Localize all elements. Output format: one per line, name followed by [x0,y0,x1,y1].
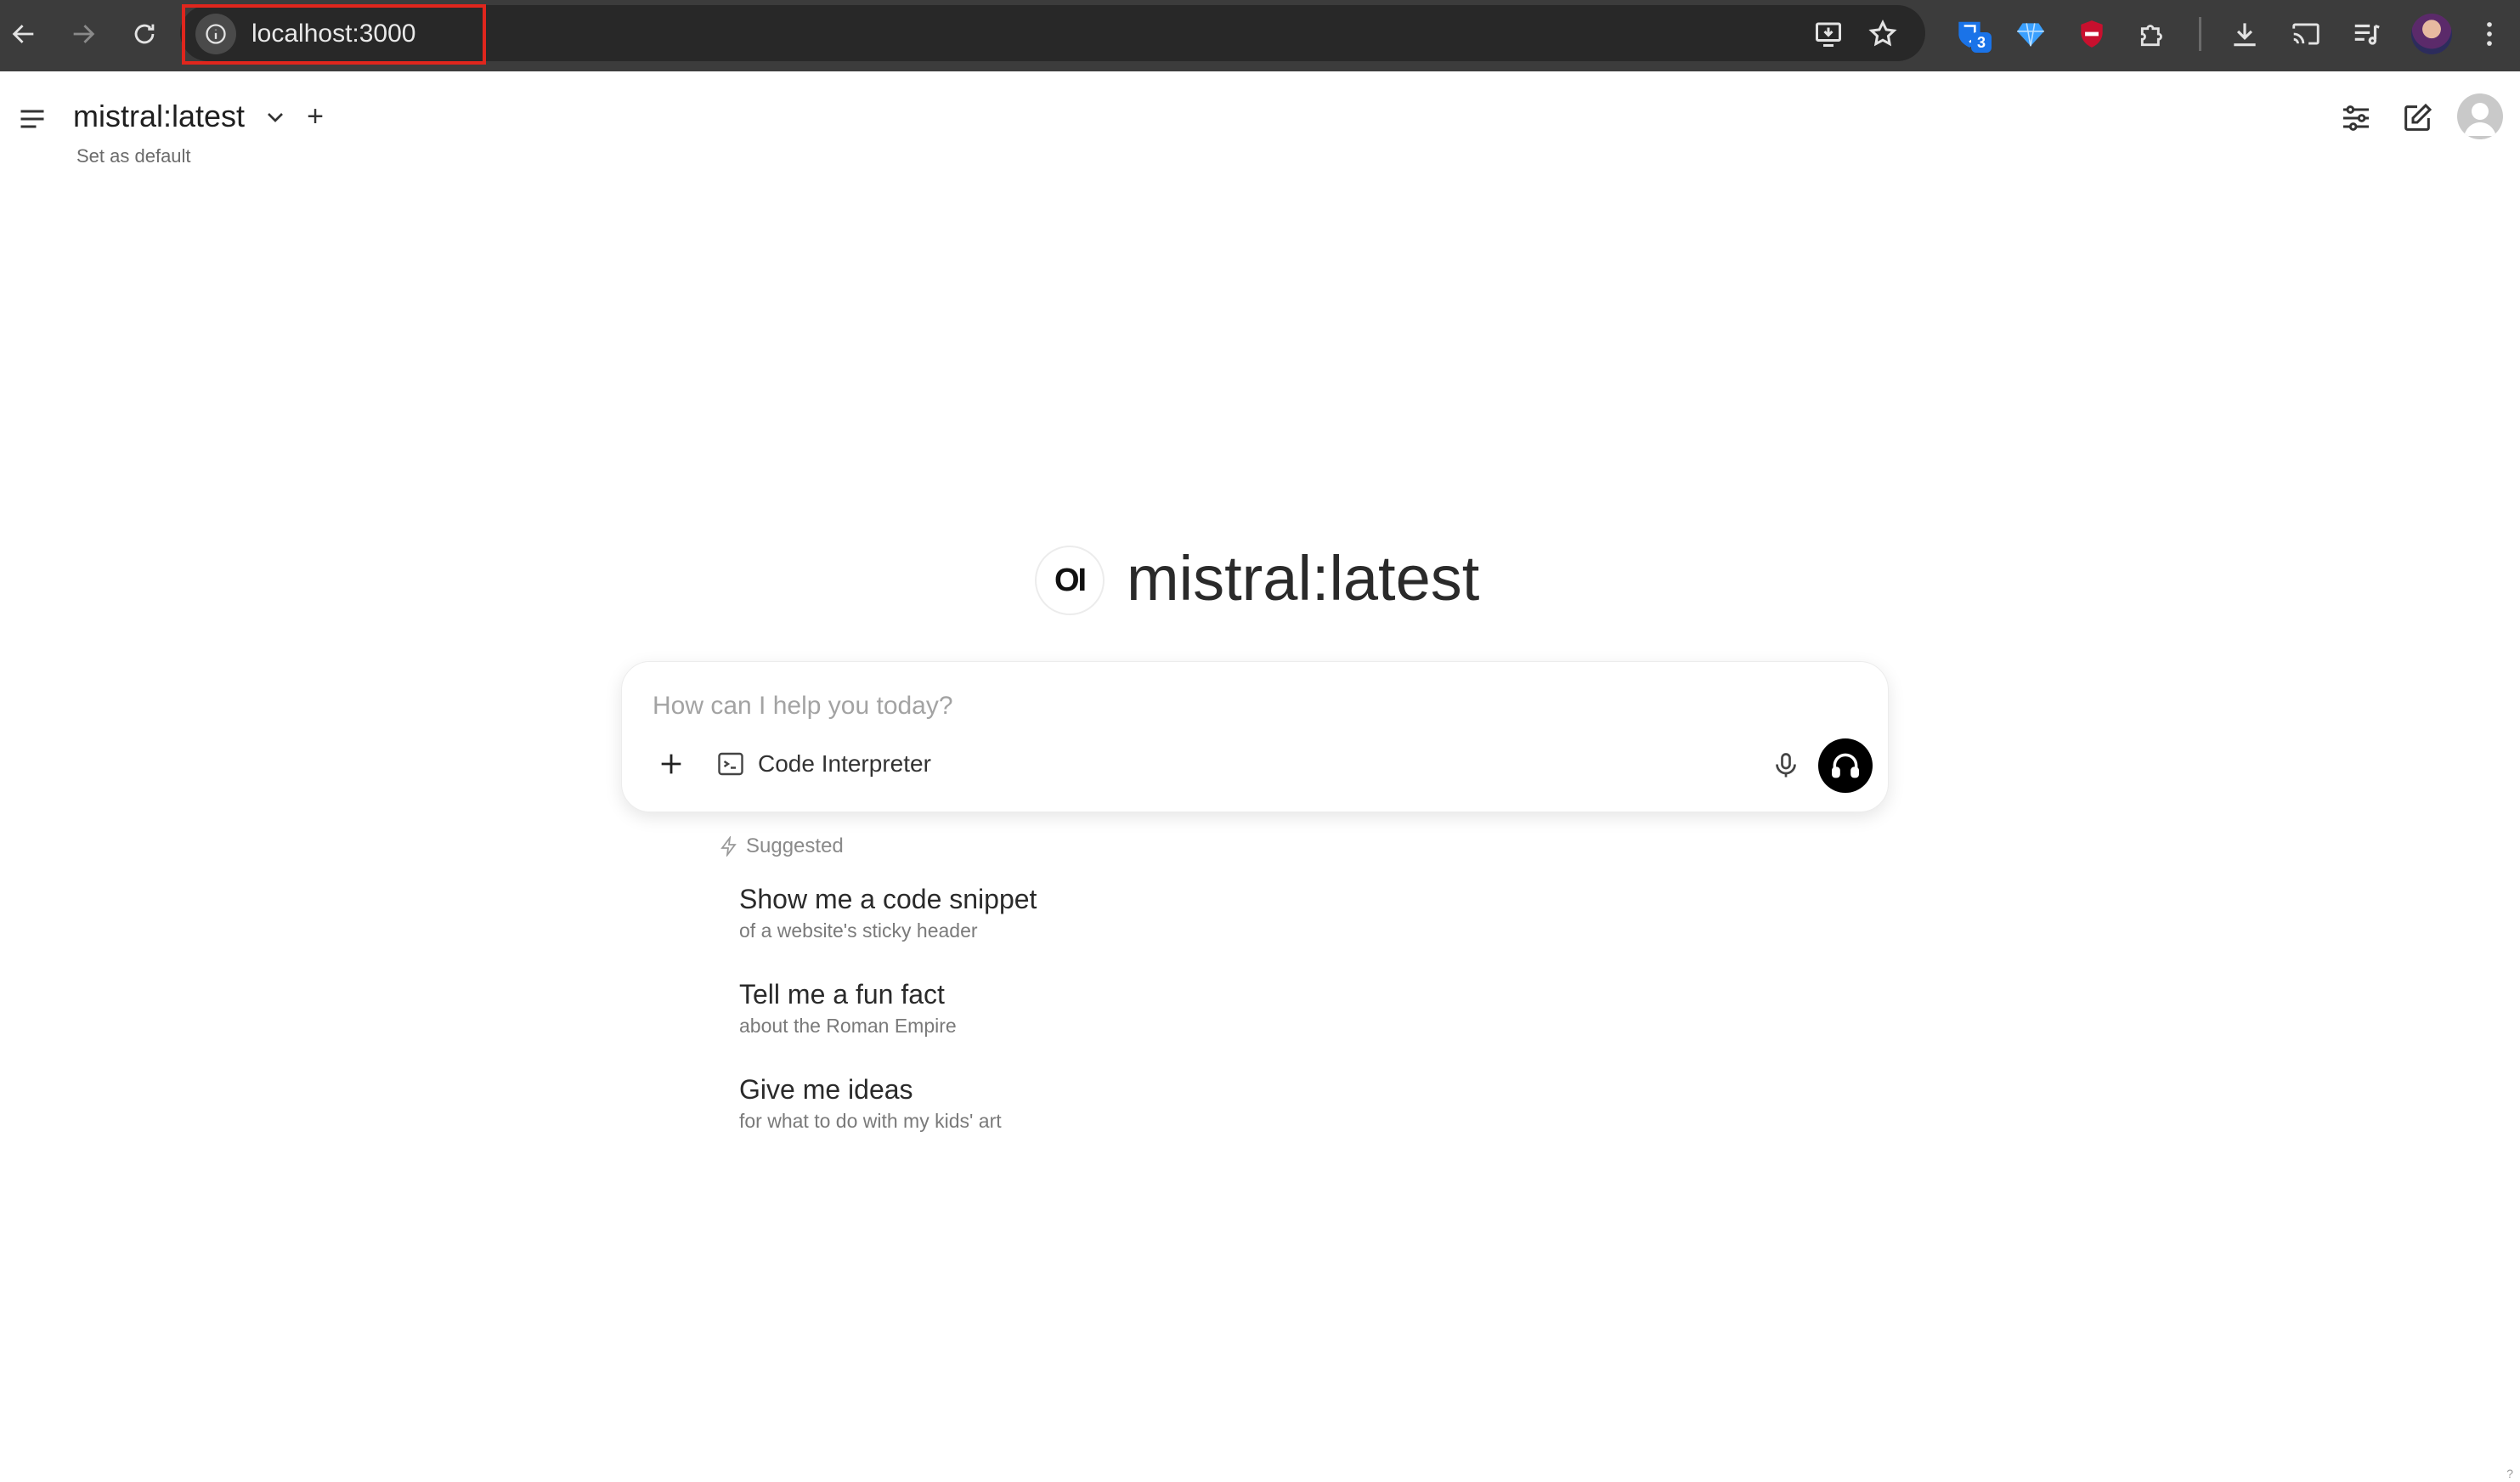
microphone-icon[interactable] [1766,745,1806,786]
bookmark-star-icon[interactable] [1864,15,1901,53]
suggestion-subtitle: about the Roman Empire [739,1015,957,1037]
add-model-button[interactable]: + [301,100,330,133]
reload-icon[interactable] [124,14,165,54]
controls-sliders-icon[interactable] [2335,97,2377,139]
code-interpreter-button[interactable]: Code Interpreter [715,744,931,784]
headphones-icon [1832,753,1859,778]
lightning-icon [720,836,737,857]
code-interpreter-label: Code Interpreter [758,750,931,777]
gem-extension-icon[interactable] [2010,14,2051,54]
chrome-menu-icon[interactable] [2469,14,2510,54]
chevron-down-icon[interactable] [262,104,289,131]
suggestion-item[interactable]: Show me a code snippet of a website's st… [739,882,1215,943]
suggestion-title: Tell me a fun fact [739,979,945,1010]
toolbar-separator [2199,17,2201,51]
help-mark[interactable]: ? [2506,1467,2513,1480]
user-avatar[interactable] [2457,93,2503,139]
profile-avatar[interactable] [2411,14,2452,54]
extension-badge: 3 [1971,32,1992,53]
suggestion-item[interactable]: Tell me a fun fact about the Roman Empir… [739,977,1215,1038]
cast-icon[interactable] [2286,14,2326,54]
plus-icon[interactable] [651,744,692,784]
voice-mode-button[interactable] [1818,738,1873,793]
install-app-icon[interactable] [1810,15,1847,53]
suggestion-item[interactable]: Give me ideas for what to do with my kid… [739,1072,1215,1134]
chat-input-card: Code Interpreter [621,661,1889,812]
suggestion-subtitle: of a website's sticky header [739,919,978,942]
extensions-puzzle-icon[interactable] [2133,14,2173,54]
ad-blocker-extension-icon[interactable] [2071,14,2112,54]
set-as-default-link[interactable]: Set as default [76,144,191,168]
back-icon[interactable] [3,14,44,54]
suggestion-title: Give me ideas [739,1074,913,1105]
suggestion-subtitle: for what to do with my kids' art [739,1110,1002,1132]
open-webui-logo: OI [1035,546,1105,615]
suggested-label: Suggested [746,834,844,857]
suggested-header: Suggested [719,834,844,858]
new-chat-edit-icon[interactable] [2396,97,2438,139]
forward-icon[interactable] [63,14,104,54]
url-highlight-box [182,4,486,65]
suggestion-title: Show me a code snippet [739,884,1037,914]
sidebar-menu-icon[interactable] [12,99,53,139]
model-selector[interactable]: mistral:latest [73,97,245,136]
center-model-title: mistral:latest [1127,543,1480,614]
chat-input[interactable] [653,687,1842,725]
terminal-icon [718,752,743,776]
downloads-icon[interactable] [2224,14,2265,54]
browser-toolbar: localhost:3000 3 [0,0,2520,71]
media-controls-icon[interactable] [2347,14,2387,54]
